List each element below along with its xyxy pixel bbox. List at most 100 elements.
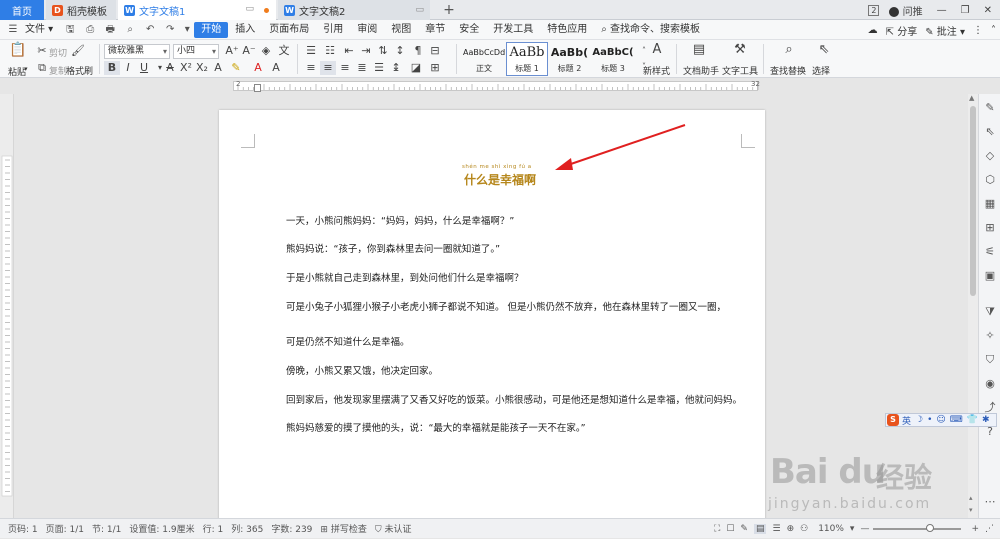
menu-file[interactable]: 文件 ▾ — [23, 22, 60, 38]
menu-item-6[interactable]: 章节 — [418, 22, 452, 38]
ime-shirt-icon[interactable]: 👕 — [967, 415, 978, 425]
select-object-icon[interactable]: ⇖ — [982, 124, 998, 140]
clear-format-icon[interactable]: ◈ — [258, 44, 274, 58]
doc-assistant-icon[interactable]: ▤ — [691, 43, 707, 57]
paragraph[interactable]: 熊妈妈慈爱的摸了摸他的头，说：“最大的幸福就是能孩子一天不在家。” — [286, 420, 586, 434]
bullet-list-icon[interactable]: ☰ — [303, 44, 319, 58]
find-icon[interactable]: ⌕ — [781, 43, 797, 57]
reading-mode-icon[interactable]: ☐ — [726, 524, 734, 534]
justify-icon[interactable]: ≣ — [354, 61, 370, 75]
char-shading-icon[interactable]: A — [268, 61, 284, 75]
paragraph[interactable]: 可是小兔子小狐狸小猴子小老虎小狮子都说不知道。 但是小熊仍然不放弃，他在森林里转… — [286, 299, 726, 313]
tab-document-1[interactable]: W 文字文稿1 ▭ — [118, 0, 276, 20]
font-name-combo[interactable]: 微软雅黑 — [104, 44, 170, 59]
shrink-font-icon[interactable]: A⁻ — [241, 44, 257, 58]
certification-button[interactable]: ⛉ 未认证 — [375, 522, 412, 535]
menu-item-8[interactable]: 开发工具 — [486, 22, 540, 38]
cut-label[interactable]: 剪切 — [49, 46, 67, 59]
more-dots-icon[interactable]: ⋯ — [982, 494, 998, 510]
ime-tools-icon[interactable]: ✱ — [982, 415, 990, 425]
paragraph[interactable]: 可是仍然不知道什么是幸福。 — [286, 334, 410, 348]
menu-item-1[interactable]: 插入 — [228, 22, 262, 38]
new-style-icon[interactable]: A — [649, 43, 665, 57]
ime-keyboard-icon[interactable]: ⌨ — [950, 415, 963, 425]
tab-straw-template[interactable]: D 稻壳模板 — [46, 0, 116, 20]
indent-marker[interactable] — [254, 84, 261, 92]
magic-wand-icon[interactable]: ✧ — [982, 328, 998, 344]
window-count-badge[interactable]: 2 — [868, 4, 880, 16]
zoom-out-icon[interactable]: — — [860, 524, 869, 534]
menu-item-2[interactable]: 页面布局 — [262, 22, 316, 38]
format-painter-label[interactable]: 格式刷 — [66, 64, 93, 77]
select-cursor-icon[interactable]: ⇖ — [816, 43, 832, 57]
status-pages[interactable]: 页面: 1/1 — [46, 522, 84, 535]
picture-icon[interactable]: ▣ — [982, 268, 998, 284]
sort-icon[interactable]: ↕ — [392, 44, 408, 58]
spell-check-button[interactable]: ⊞ 拼写检查 — [320, 522, 366, 535]
paragraph[interactable]: 于是小熊就自己走到森林里，到处问他们什么是幸福啊？ — [286, 270, 524, 284]
copy-label[interactable]: 复制 — [49, 64, 67, 77]
filter-icon[interactable]: ⧩ — [982, 304, 998, 320]
bold-icon[interactable]: B — [104, 61, 120, 75]
font-color-icon[interactable]: A — [250, 61, 266, 75]
save-icon[interactable]: 🖫 — [63, 23, 77, 37]
paragraph[interactable]: 回到家后，他发现家里摆满了又香又好吃的饭菜。小熊很感动，可是他还是想知道什么是幸… — [286, 392, 742, 406]
show-marks-icon[interactable]: ¶ — [410, 44, 426, 58]
paragraph[interactable]: 傍晚，小熊又累又饿，他决定回家。 — [286, 363, 438, 377]
status-section[interactable]: 节: 1/1 — [92, 522, 121, 535]
style-icon[interactable]: ⬡ — [982, 172, 998, 188]
menu-item-0[interactable]: 开始 — [194, 21, 229, 38]
borders-icon[interactable]: ⊞ — [427, 61, 443, 75]
ime-emoji-icon[interactable]: ☺ — [936, 415, 945, 425]
menu-item-3[interactable]: 引用 — [316, 22, 350, 38]
write-mode-icon[interactable]: ✎ — [740, 524, 748, 534]
scrollbar-thumb[interactable] — [970, 106, 976, 296]
status-setting[interactable]: 设置值: 1.9厘米 — [129, 522, 194, 535]
wrench-icon[interactable]: ⚒ — [732, 43, 748, 57]
print-preview-icon[interactable]: ⌕ — [123, 23, 137, 37]
align-left-icon[interactable]: ≡ — [303, 61, 319, 75]
style-gallery-item-3[interactable]: AaBbC(标题 3 — [591, 42, 635, 76]
paragraph[interactable]: 一天，小熊问熊妈妈：“妈妈，妈妈，什么是幸福啊？” — [286, 213, 514, 227]
zoom-dropdown-icon[interactable]: ▾ — [850, 524, 855, 534]
print-icon[interactable]: 🖶 — [103, 23, 117, 37]
menu-item-4[interactable]: 审阅 — [350, 22, 384, 38]
web-view-icon[interactable]: ⊕ — [787, 524, 795, 534]
zoom-in-icon[interactable]: + — [971, 524, 979, 534]
outline-view-icon[interactable]: ☰ — [772, 524, 780, 534]
find-replace-label[interactable]: 查找替换 — [770, 64, 806, 77]
location-icon[interactable]: ◉ — [982, 376, 998, 392]
ime-moon-icon[interactable]: ☽ — [915, 415, 923, 425]
document-page[interactable]: shén me shì xìng fú a 什么是幸福啊 一天，小熊问熊妈妈：“… — [219, 110, 765, 520]
menu-item-7[interactable]: 安全 — [452, 22, 486, 38]
tab-home[interactable]: 首页 — [0, 0, 44, 20]
text-effect-icon[interactable]: A — [210, 61, 226, 75]
status-row[interactable]: 行: 1 — [203, 522, 224, 535]
select-label[interactable]: 选择 — [812, 64, 830, 77]
minimize-button[interactable]: — — [937, 5, 947, 16]
close-button[interactable]: ✕ — [984, 5, 992, 16]
menu-item-9[interactable]: 特色应用 — [540, 22, 594, 38]
zoom-slider[interactable] — [873, 524, 962, 532]
underline-icon[interactable]: U — [136, 61, 152, 75]
align-right-icon[interactable]: ≡ — [337, 61, 353, 75]
horizontal-ruler[interactable]: 2 32 — [0, 78, 1000, 94]
increase-indent-icon[interactable]: ⇥ — [358, 44, 374, 58]
scroll-page-up-icon[interactable]: ▴ — [969, 494, 973, 502]
distribute-icon[interactable]: ☰ — [371, 61, 387, 75]
paste-dropdown-icon[interactable]: ▾ — [24, 65, 28, 73]
strikethrough-icon[interactable]: A — [162, 61, 178, 75]
phonetic-guide-icon[interactable]: 文 — [276, 44, 292, 58]
adjust-icon[interactable]: ⚟ — [982, 244, 998, 260]
line-spacing-icon[interactable]: ↨ — [388, 61, 404, 75]
subscript-icon[interactable]: X₂ — [194, 61, 210, 75]
copy-icon[interactable]: ⧉ — [34, 61, 50, 75]
undo-icon[interactable]: ↶ — [143, 23, 157, 37]
restore-button[interactable]: ❐ — [961, 5, 970, 16]
backup-icon[interactable]: ⛉ — [982, 352, 998, 368]
redo-icon[interactable]: ↷ — [163, 23, 177, 37]
menu-item-5[interactable]: 视图 — [384, 22, 418, 38]
desktop-icon[interactable]: ▭ — [245, 4, 254, 14]
qat-dropdown-icon[interactable]: ▾ — [183, 23, 191, 37]
user-area[interactable]: 问推 — [889, 3, 923, 18]
